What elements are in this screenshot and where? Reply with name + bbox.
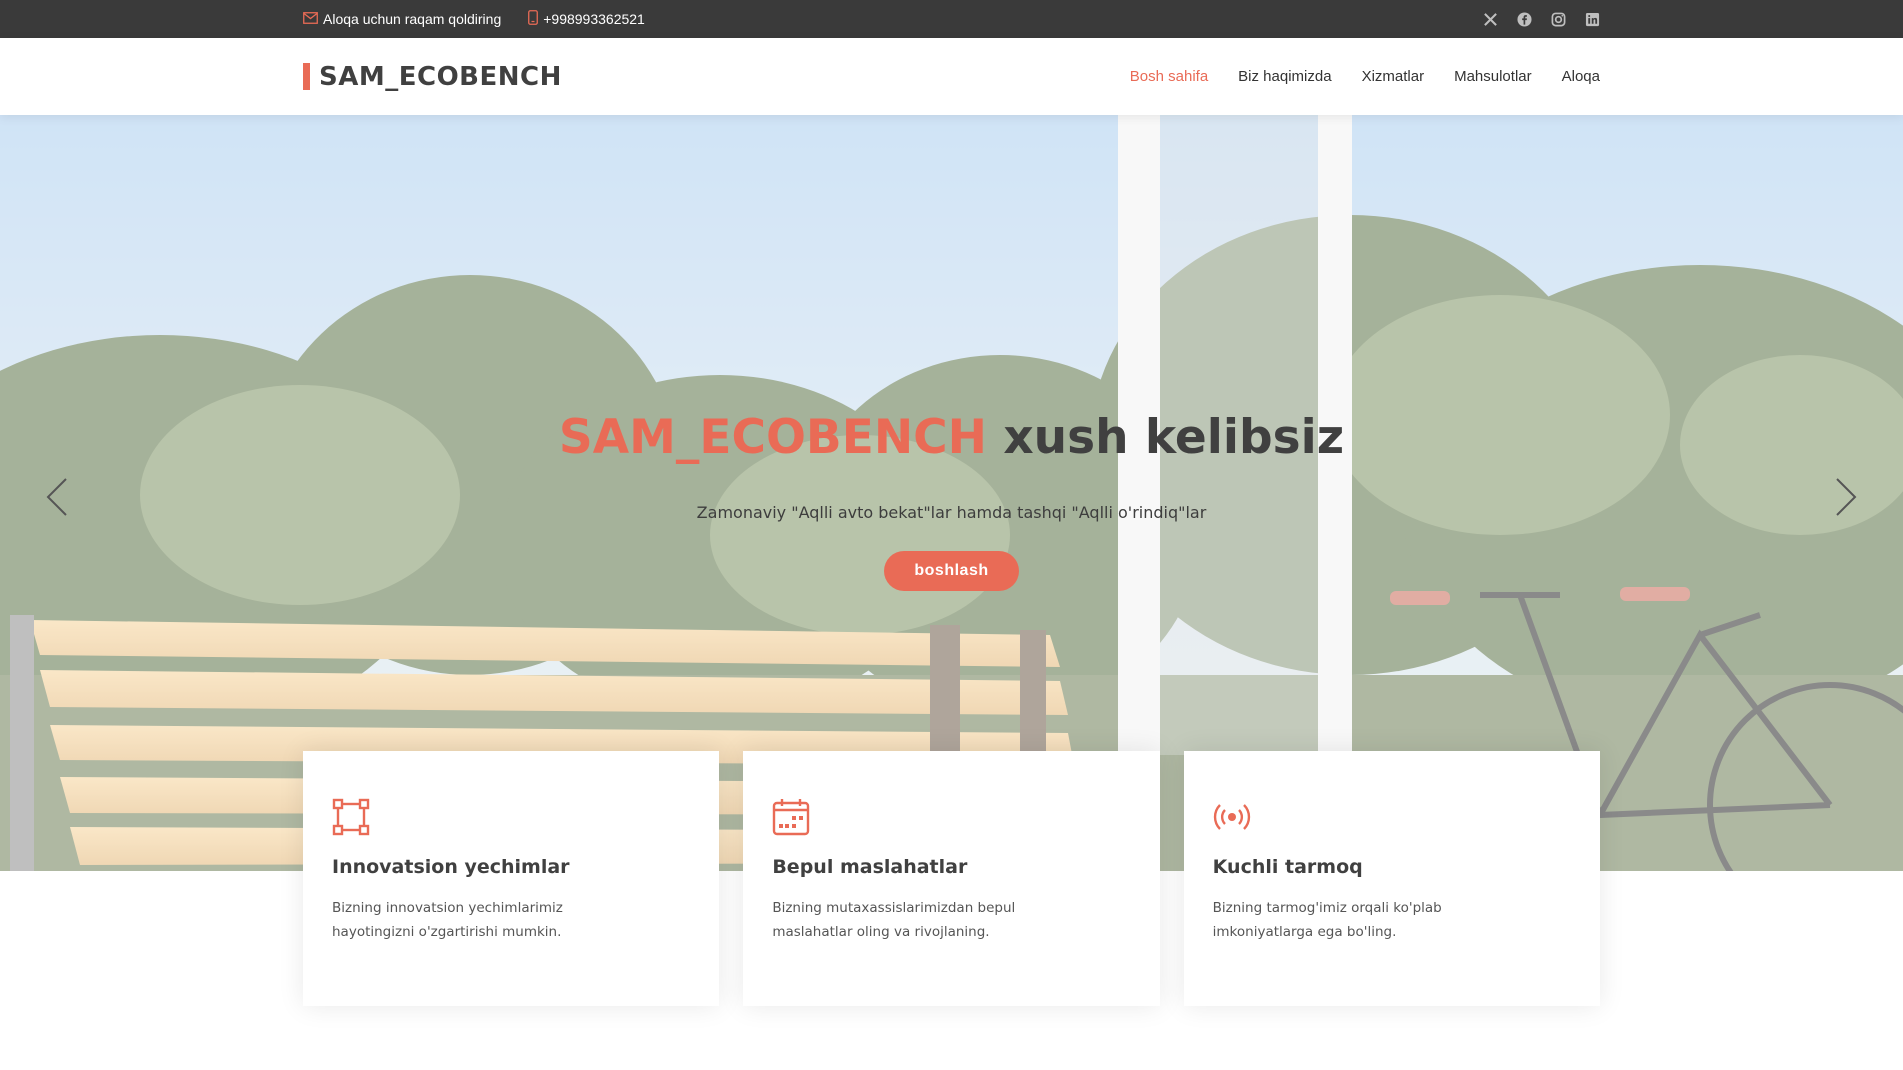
broadcast-icon <box>1213 804 1250 830</box>
nav-item-contact[interactable]: Aloqa <box>1562 68 1600 85</box>
nav-item-services[interactable]: Xizmatlar <box>1362 68 1425 85</box>
instagram-icon[interactable] <box>1550 11 1566 27</box>
feature-card: Innovatsion yechimlar Bizning innovatsio… <box>303 751 720 1006</box>
top-bar: Aloqa uchun raqam qoldiring +99899336252… <box>0 0 1903 38</box>
phone-contact[interactable]: +998993362521 <box>528 10 645 28</box>
envelope-icon <box>303 11 318 27</box>
phone-icon <box>528 10 539 28</box>
social-links <box>1482 11 1600 27</box>
hero-subtitle: Zamonaviy "Aqlli avto bekat"lar hamda ta… <box>696 503 1207 522</box>
hero-title-accent: SAM_ECOBENCH <box>558 410 987 465</box>
feature-card: Kuchli tarmoq Bizning tarmog'imiz orqali… <box>1183 751 1600 1006</box>
feature-card-text: Bizning mutaxassislarimizdan bepul masla… <box>772 900 1016 940</box>
logo-bar <box>303 63 310 90</box>
feature-card-title: Bepul maslahatlar <box>772 856 968 878</box>
phone-contact-text: +998993362521 <box>543 11 645 27</box>
x-icon[interactable] <box>1482 11 1498 27</box>
bounding-box-icon <box>332 798 370 836</box>
feature-cards: Innovatsion yechimlar Bizning innovatsio… <box>303 751 1600 1006</box>
site-logo[interactable]: SAM_ECOBENCH <box>303 62 562 92</box>
nav-item-about[interactable]: Biz haqimizda <box>1238 68 1331 85</box>
feature-card: Bepul maslahatlar Bizning mutaxassislari… <box>743 751 1160 1006</box>
feature-card-title: Innovatsion yechimlar <box>332 856 570 878</box>
nav-item-products[interactable]: Mahsulotlar <box>1454 68 1532 85</box>
linkedin-icon[interactable] <box>1584 11 1600 27</box>
start-button[interactable]: boshlash <box>884 551 1019 591</box>
calendar-icon <box>773 799 810 836</box>
feature-card-title: Kuchli tarmoq <box>1212 856 1363 878</box>
email-contact[interactable]: Aloqa uchun raqam qoldiring <box>303 11 501 27</box>
email-contact-text: Aloqa uchun raqam qoldiring <box>323 11 502 27</box>
hero-title: SAM_ECOBENCH xush kelibsiz <box>0 410 1903 465</box>
hero-title-rest: xush kelibsiz <box>987 410 1345 465</box>
site-header: SAM_ECOBENCH Bosh sahifa Biz haqimizda X… <box>0 38 1903 115</box>
main-nav: Bosh sahifa Biz haqimizda Xizmatlar Mahs… <box>1100 68 1600 85</box>
feature-card-text: Bizning innovatsion yechimlarimiz hayoti… <box>332 900 563 940</box>
nav-item-home[interactable]: Bosh sahifa <box>1130 68 1208 85</box>
logo-text: SAM_ECOBENCH <box>319 61 562 92</box>
feature-card-text: Bizning tarmog'imiz orqali ko'plab imkon… <box>1212 900 1442 940</box>
facebook-icon[interactable] <box>1516 11 1532 27</box>
